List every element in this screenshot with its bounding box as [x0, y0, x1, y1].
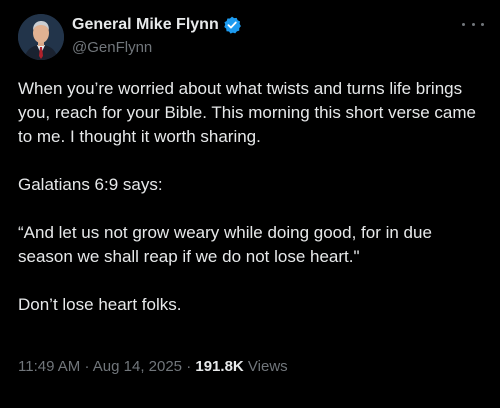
- display-name[interactable]: General Mike Flynn: [72, 16, 219, 34]
- more-options-icon[interactable]: [462, 16, 484, 32]
- tweet-time[interactable]: 11:49 AM: [18, 358, 80, 375]
- views-count[interactable]: 191.8K: [195, 358, 243, 375]
- verified-badge-icon[interactable]: [223, 16, 241, 34]
- avatar-portrait-icon: [18, 14, 64, 60]
- views-label: Views: [247, 358, 288, 375]
- author-handle[interactable]: @GenFlynn: [72, 39, 241, 56]
- tweet-paragraph: “And let us not grow weary while doing g…: [18, 223, 432, 266]
- more-dot-icon: [462, 22, 465, 26]
- tweet-paragraph: Galatians 6:9 says:: [18, 175, 163, 194]
- tweet-meta: 11:49 AM · Aug 14, 2025 · 191.8K Views: [18, 358, 288, 375]
- tweet-date[interactable]: Aug 14, 2025: [93, 358, 182, 375]
- meta-separator: ·: [84, 358, 90, 375]
- tweet-paragraph: Don’t lose heart folks.: [18, 295, 182, 314]
- tweet-text: When you’re worried about what twists an…: [18, 77, 488, 341]
- avatar[interactable]: [18, 14, 64, 60]
- display-name-row: General Mike Flynn: [72, 14, 241, 36]
- tweet-card: General Mike Flynn @GenFlynn When you’re…: [0, 0, 500, 408]
- author-info: General Mike Flynn @GenFlynn: [72, 14, 241, 56]
- tweet-header: General Mike Flynn @GenFlynn: [18, 14, 484, 62]
- more-dot-icon: [481, 22, 484, 26]
- meta-separator: ·: [186, 358, 192, 375]
- more-dot-icon: [471, 22, 475, 26]
- tweet-paragraph: When you’re worried about what twists an…: [18, 79, 476, 146]
